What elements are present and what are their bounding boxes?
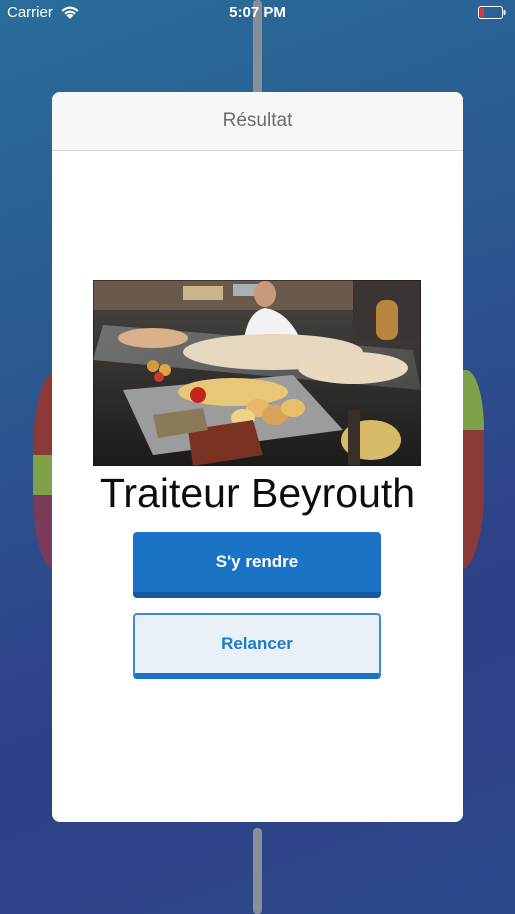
modal-header: Résultat xyxy=(52,92,463,151)
wheel-pointer-bottom xyxy=(253,828,262,914)
battery-low-icon xyxy=(478,6,506,19)
clock: 5:07 PM xyxy=(229,4,286,21)
status-bar: Carrier 5:07 PM xyxy=(0,0,515,26)
restaurant-name: Traiteur Beyrouth xyxy=(99,470,416,516)
modal-title: Résultat xyxy=(222,110,293,131)
go-there-button[interactable]: S'y rendre xyxy=(133,532,381,598)
retry-button[interactable]: Relancer xyxy=(133,613,381,679)
wheel-edge-right xyxy=(460,370,484,570)
result-modal: Résultat Traiteur Beyrouth S'y rendre Re… xyxy=(52,92,463,822)
restaurant-photo xyxy=(93,280,421,466)
